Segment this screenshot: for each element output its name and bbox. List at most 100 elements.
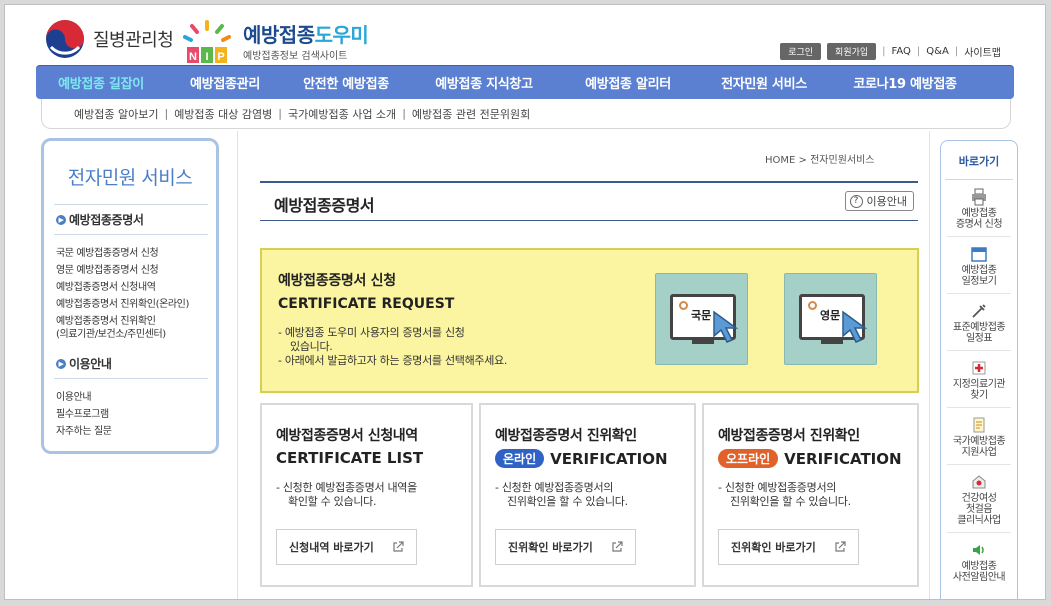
sidebar-section-certificate[interactable]: ▶ 예방접종증명서 [56, 211, 216, 228]
sub-nav: 예방접종 알아보기 | 예방접종 대상 감염병 | 국가예방접종 사업 소개 | 예방… [41, 99, 1011, 129]
button-label: 진위확인 바로가기 [508, 541, 593, 554]
card-desc-line: - 신청한 예방접종증명서의 [495, 481, 614, 494]
quick-item-standard-schedule[interactable]: 표준예방접종 일정표 [941, 302, 1017, 344]
quick-item-label: 클리닉사업 [957, 515, 1001, 526]
sidebar-item-verify-online[interactable]: 예방접종증명서 진위확인(온라인) [56, 296, 216, 313]
divider [54, 234, 208, 235]
gov-name: 질병관리청 [93, 30, 174, 51]
chevron-right-icon: ▶ [56, 358, 66, 369]
quick-item-women-clinic[interactable]: 건강여성 첫걸음 클리닉사업 [941, 473, 1017, 526]
logo-letter-i: I [205, 51, 208, 63]
divider [947, 464, 1011, 465]
subnav-item[interactable]: 예방접종 대상 감염병 [174, 106, 272, 122]
card-description: - 신청한 예방접종증명서의 진위확인을 할 수 있습니다. [718, 481, 851, 509]
sidebar-item-faq[interactable]: 자주하는 질문 [56, 423, 216, 440]
card-description: - 신청한 예방접종증명서 내역을 확인할 수 있습니다. [276, 481, 417, 509]
divider [947, 350, 1011, 351]
quick-item-label: 지원사업 [961, 447, 997, 458]
english-certificate-button[interactable]: 영문 [784, 273, 877, 365]
qna-link[interactable]: Q&A [926, 46, 949, 57]
logo-letter-n: N [189, 51, 197, 63]
quick-item-label: 찾기 [970, 390, 988, 401]
nav-item-knowledge[interactable]: 예방접종 지식창고 [408, 73, 560, 92]
request-title: 예방접종증명서 신청 [278, 273, 396, 289]
quick-item-pre-notice[interactable]: 예방접종 사전알림안내 [941, 541, 1017, 583]
sidebar-item-kr-request[interactable]: 국문 예방접종증명서 신청 [56, 245, 216, 262]
quick-item-find-clinic[interactable]: 지정의료기관 찾기 [941, 359, 1017, 401]
divider [929, 131, 930, 599]
sidebar-section-label: 예방접종증명서 [69, 213, 144, 227]
request-title-en: CERTIFICATE REQUEST [278, 296, 455, 312]
quick-item-certificate[interactable]: 예방접종 증명서 신청 [941, 188, 1017, 230]
sidebar-item-guide[interactable]: 이용안내 [56, 389, 216, 406]
main-nav: 예방접종 길잡이 예방접종관리 안전한 예방접종 예방접종 지식창고 예방접종 … [36, 65, 1014, 99]
nav-item-guide[interactable]: 예방접종 길잡이 [36, 73, 166, 92]
card-title-en: CERTIFICATE LIST [276, 449, 423, 467]
sidebar-item-programs[interactable]: 필수프로그램 [56, 406, 216, 423]
quick-item-national-support[interactable]: 국가예방접종 지원사업 [941, 416, 1017, 458]
button-label: 진위확인 바로가기 [731, 541, 816, 554]
faq-link[interactable]: FAQ [892, 46, 911, 57]
medal-icon [808, 301, 817, 310]
cursor-icon [842, 310, 868, 343]
join-button[interactable]: 회원가입 [827, 43, 877, 60]
login-button[interactable]: 로그인 [780, 43, 822, 60]
offline-tag: 오프라인 [718, 449, 779, 468]
certificate-list-card: 예방접종증명서 신청내역 CERTIFICATE LIST - 신청한 예방접종… [260, 403, 473, 587]
nav-item-covid19[interactable]: 코로나19 예방접종 [832, 73, 978, 92]
chevron-right-icon: ▶ [56, 214, 66, 225]
nip-sun-icon: N I P [183, 20, 231, 63]
card-title-en-text: CERTIFICATE LIST [276, 449, 424, 467]
kdca-logo[interactable]: 질병관리청 [45, 19, 174, 59]
sidebar-item-label: (의료기관/보건소/주민센터) [56, 329, 166, 340]
site-subtitle: 예방접종정보 검색사이트 [243, 51, 348, 62]
divider: | [954, 46, 959, 57]
divider [947, 236, 1011, 237]
korean-certificate-button[interactable]: 국문 [655, 273, 748, 365]
card-desc-line: 확인할 수 있습니다. [288, 495, 377, 508]
quick-item-schedule[interactable]: 예방접종 일정보기 [941, 245, 1017, 287]
english-label: 영문 [820, 309, 841, 322]
sitemap-link[interactable]: 사이트맵 [964, 44, 1001, 59]
logo-letter-p: P [217, 51, 224, 63]
breadcrumb-home[interactable]: HOME [765, 155, 795, 166]
history-shortcut-button[interactable]: 신청내역 바로가기 [276, 529, 417, 565]
medal-icon [679, 301, 688, 310]
divider [54, 204, 208, 205]
divider: | [402, 107, 406, 120]
quick-item-label: 사전알림안내 [952, 572, 1006, 583]
divider [237, 131, 238, 599]
monitor-stand [692, 340, 714, 344]
breadcrumb-current[interactable]: 전자민원서비스 [810, 155, 874, 166]
utility-menu: 로그인 회원가입 | FAQ | Q&A | 사이트맵 [774, 43, 1001, 60]
button-label: 신청내역 바로가기 [289, 541, 374, 554]
quick-item-label: 국가예방접종 [952, 436, 1006, 447]
nav-item-management[interactable]: 예방접종관리 [166, 73, 284, 92]
card-title-en-text: VERIFICATION [550, 449, 668, 468]
printer-icon [972, 188, 986, 206]
external-link-icon [835, 541, 846, 552]
korean-label: 국문 [691, 309, 712, 322]
divider [54, 378, 208, 379]
nav-item-safe[interactable]: 안전한 예방접종 [284, 73, 408, 92]
sidebar-item-history[interactable]: 예방접종증명서 신청내역 [56, 279, 216, 296]
sidebar-title: 전자민원 서비스 [67, 167, 193, 189]
nav-item-notice[interactable]: 예방접종 알리터 [560, 73, 696, 92]
subnav-item[interactable]: 예방접종 알아보기 [74, 106, 158, 122]
sidebar-item-label: 예방접종증명서 진위확인 [56, 316, 156, 327]
card-desc-line: 진위확인을 할 수 있습니다. [730, 495, 851, 508]
external-link-icon [393, 541, 404, 552]
usage-guide-button[interactable]: ? 이용안내 [844, 191, 914, 211]
nav-item-e-service[interactable]: 전자민원 서비스 [696, 73, 832, 92]
divider: | [278, 107, 282, 120]
quick-item-label: 일정표 [965, 333, 993, 344]
subnav-item[interactable]: 예방접종 관련 전문위원회 [412, 106, 530, 122]
offline-verify-button[interactable]: 진위확인 바로가기 [718, 529, 859, 565]
subnav-item[interactable]: 국가예방접종 사업 소개 [288, 106, 396, 122]
sidebar-section-guide[interactable]: ▶ 이용안내 [56, 355, 216, 372]
online-verify-button[interactable]: 진위확인 바로가기 [495, 529, 636, 565]
sidebar-item-verify-offline[interactable]: 예방접종증명서 진위확인 (의료기관/보건소/주민센터) [56, 315, 216, 341]
site-title: 예방접종도우미 [243, 19, 369, 48]
left-sidebar: 전자민원 서비스 ▶ 예방접종증명서 국문 예방접종증명서 신청 영문 예방접종… [41, 138, 219, 454]
sidebar-item-en-request[interactable]: 영문 예방접종증명서 신청 [56, 262, 216, 279]
